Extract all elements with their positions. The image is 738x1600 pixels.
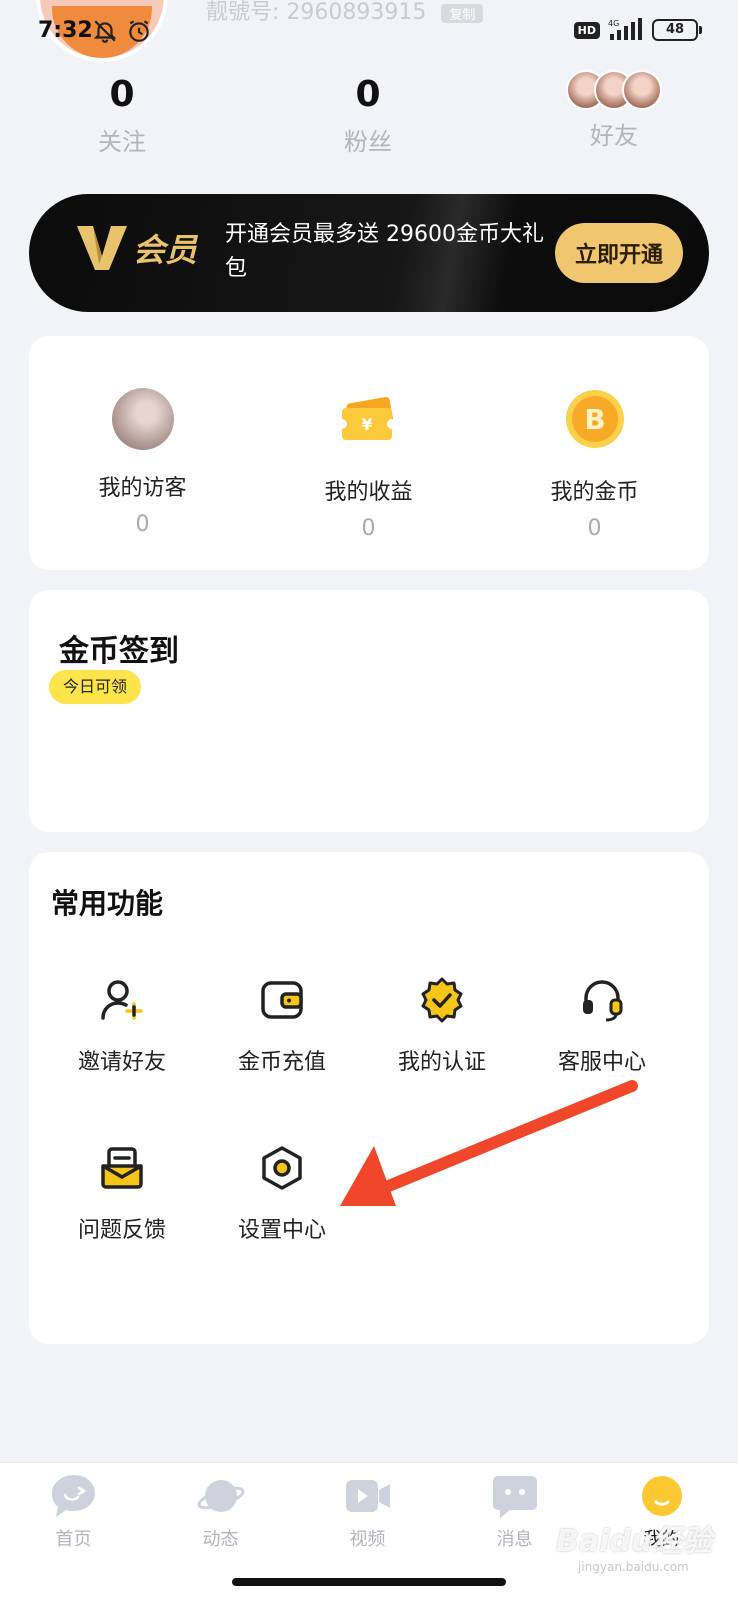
home-indicator — [232, 1578, 506, 1586]
follow-count: 0 — [109, 74, 135, 115]
friends-label: 好友 — [590, 122, 638, 150]
add-user-icon — [101, 980, 143, 1020]
copy-badge[interactable]: 复制 — [441, 3, 484, 23]
battery-indicator: 48 — [652, 19, 702, 41]
nav-moments[interactable]: 动态 — [147, 1471, 294, 1551]
my-verification-button[interactable]: 我的认证 — [361, 976, 523, 1076]
vip-v-icon — [77, 226, 127, 270]
invite-friends-button[interactable]: 邀请好友 — [41, 976, 203, 1076]
nav-video[interactable]: 视频 — [294, 1471, 441, 1551]
nav-home[interactable]: 首页 — [0, 1471, 147, 1551]
customer-service-button[interactable]: 客服中心 — [521, 976, 683, 1076]
profile-face-icon — [641, 1476, 682, 1516]
fans-label: 粉丝 — [344, 128, 392, 156]
svg-text:B: B — [584, 403, 605, 436]
fans-count: 0 — [355, 74, 381, 115]
visitors-label: 我的访客 — [98, 476, 187, 501]
settings-center-button[interactable]: 设置中心 — [201, 1144, 363, 1244]
user-id-text: 靓號号: 2960893915 — [206, 0, 427, 25]
settings-center-label: 设置中心 — [237, 1218, 326, 1243]
hd-badge: HD — [573, 21, 600, 39]
coin-recharge-label: 金币充值 — [237, 1050, 326, 1075]
user-id: 靓號号: 2960893915 复制 — [206, 0, 484, 26]
earnings-value: 0 — [361, 516, 376, 541]
mute-bell-icon — [93, 20, 117, 43]
nav-home-label: 首页 — [55, 1529, 92, 1550]
visitors-value: 0 — [135, 512, 150, 537]
svg-text:4G: 4G — [608, 19, 619, 28]
settings-hexagon-icon — [262, 1146, 302, 1190]
functions-card: 常用功能 邀请好友 金币充值 我的认证 客服中心 问题反馈 设置中心 — [29, 852, 709, 1344]
quick-stats-card: 我的访客 0 ¥ 我的收益 0 B 我的金币 0 — [29, 336, 709, 570]
earnings-label: 我的收益 — [324, 480, 413, 505]
status-time: 7:32 — [38, 18, 93, 43]
feedback-label: 问题反馈 — [77, 1218, 166, 1243]
feedback-mail-icon — [101, 1147, 143, 1189]
message-icon — [492, 1476, 537, 1518]
coins-label: 我的金币 — [550, 480, 639, 505]
vip-banner[interactable]: 会员 开通会员最多送 29600金币大礼包 立即开通 — [29, 194, 709, 312]
nav-moments-label: 动态 — [202, 1529, 239, 1550]
status-right: HD 4G 48 — [573, 18, 702, 42]
alarm-icon — [129, 20, 149, 42]
planet-icon — [197, 1480, 244, 1512]
open-vip-button[interactable]: 立即开通 — [555, 223, 683, 283]
wallet-icon — [261, 981, 303, 1019]
ticket-icon: ¥ — [336, 397, 397, 440]
functions-title: 常用功能 — [51, 887, 164, 920]
checkin-available-badge: 今日可领 — [49, 670, 142, 704]
coins-value: 0 — [587, 516, 602, 541]
stat-friends[interactable]: 好友 — [514, 70, 714, 151]
my-verification-label: 我的认证 — [397, 1050, 486, 1075]
baidu-watermark-url: jingyan.baidu.com — [578, 1560, 689, 1574]
vip-promo-text: 开通会员最多送 29600金币大礼包 — [225, 222, 544, 281]
video-camera-icon — [345, 1480, 390, 1512]
my-visitors[interactable]: 我的访客 0 — [29, 388, 256, 537]
status-icons — [92, 18, 152, 44]
signal-icon: 4G — [608, 18, 642, 40]
coin-recharge-button[interactable]: 金币充值 — [201, 976, 363, 1076]
stat-follow[interactable]: 0 关注 — [22, 72, 222, 157]
my-coins[interactable]: B 我的金币 0 — [481, 388, 708, 541]
headset-icon — [583, 980, 623, 1022]
gold-coin-icon: B — [565, 390, 624, 448]
follow-label: 关注 — [98, 128, 146, 156]
stat-fans[interactable]: 0 粉丝 — [268, 72, 468, 157]
checkin-card[interactable]: 金币签到 今日可领 — [29, 590, 709, 832]
customer-service-label: 客服中心 — [557, 1050, 646, 1075]
my-earnings[interactable]: ¥ 我的收益 0 — [255, 388, 482, 541]
svg-text:¥: ¥ — [361, 415, 372, 434]
friends-avatars — [514, 70, 714, 110]
checkin-title: 金币签到 — [59, 634, 179, 669]
invite-friends-label: 邀请好友 — [77, 1050, 166, 1075]
vip-logo: 会员 — [75, 222, 197, 274]
nav-video-label: 视频 — [349, 1529, 386, 1550]
profile-stats: 0 关注 0 粉丝 好友 — [0, 70, 738, 162]
visitor-avatar — [111, 388, 174, 450]
status-bar: 靓號号: 2960893915 复制 7:32 HD 4G 48 — [0, 0, 738, 64]
friend-avatar — [622, 70, 662, 110]
vip-logo-text: 会员 — [133, 231, 198, 269]
feedback-button[interactable]: 问题反馈 — [41, 1144, 203, 1244]
verified-badge-icon — [421, 977, 463, 1023]
chat-bubble-icon — [51, 1475, 95, 1517]
baidu-watermark: Baidu经验 — [556, 1524, 713, 1559]
